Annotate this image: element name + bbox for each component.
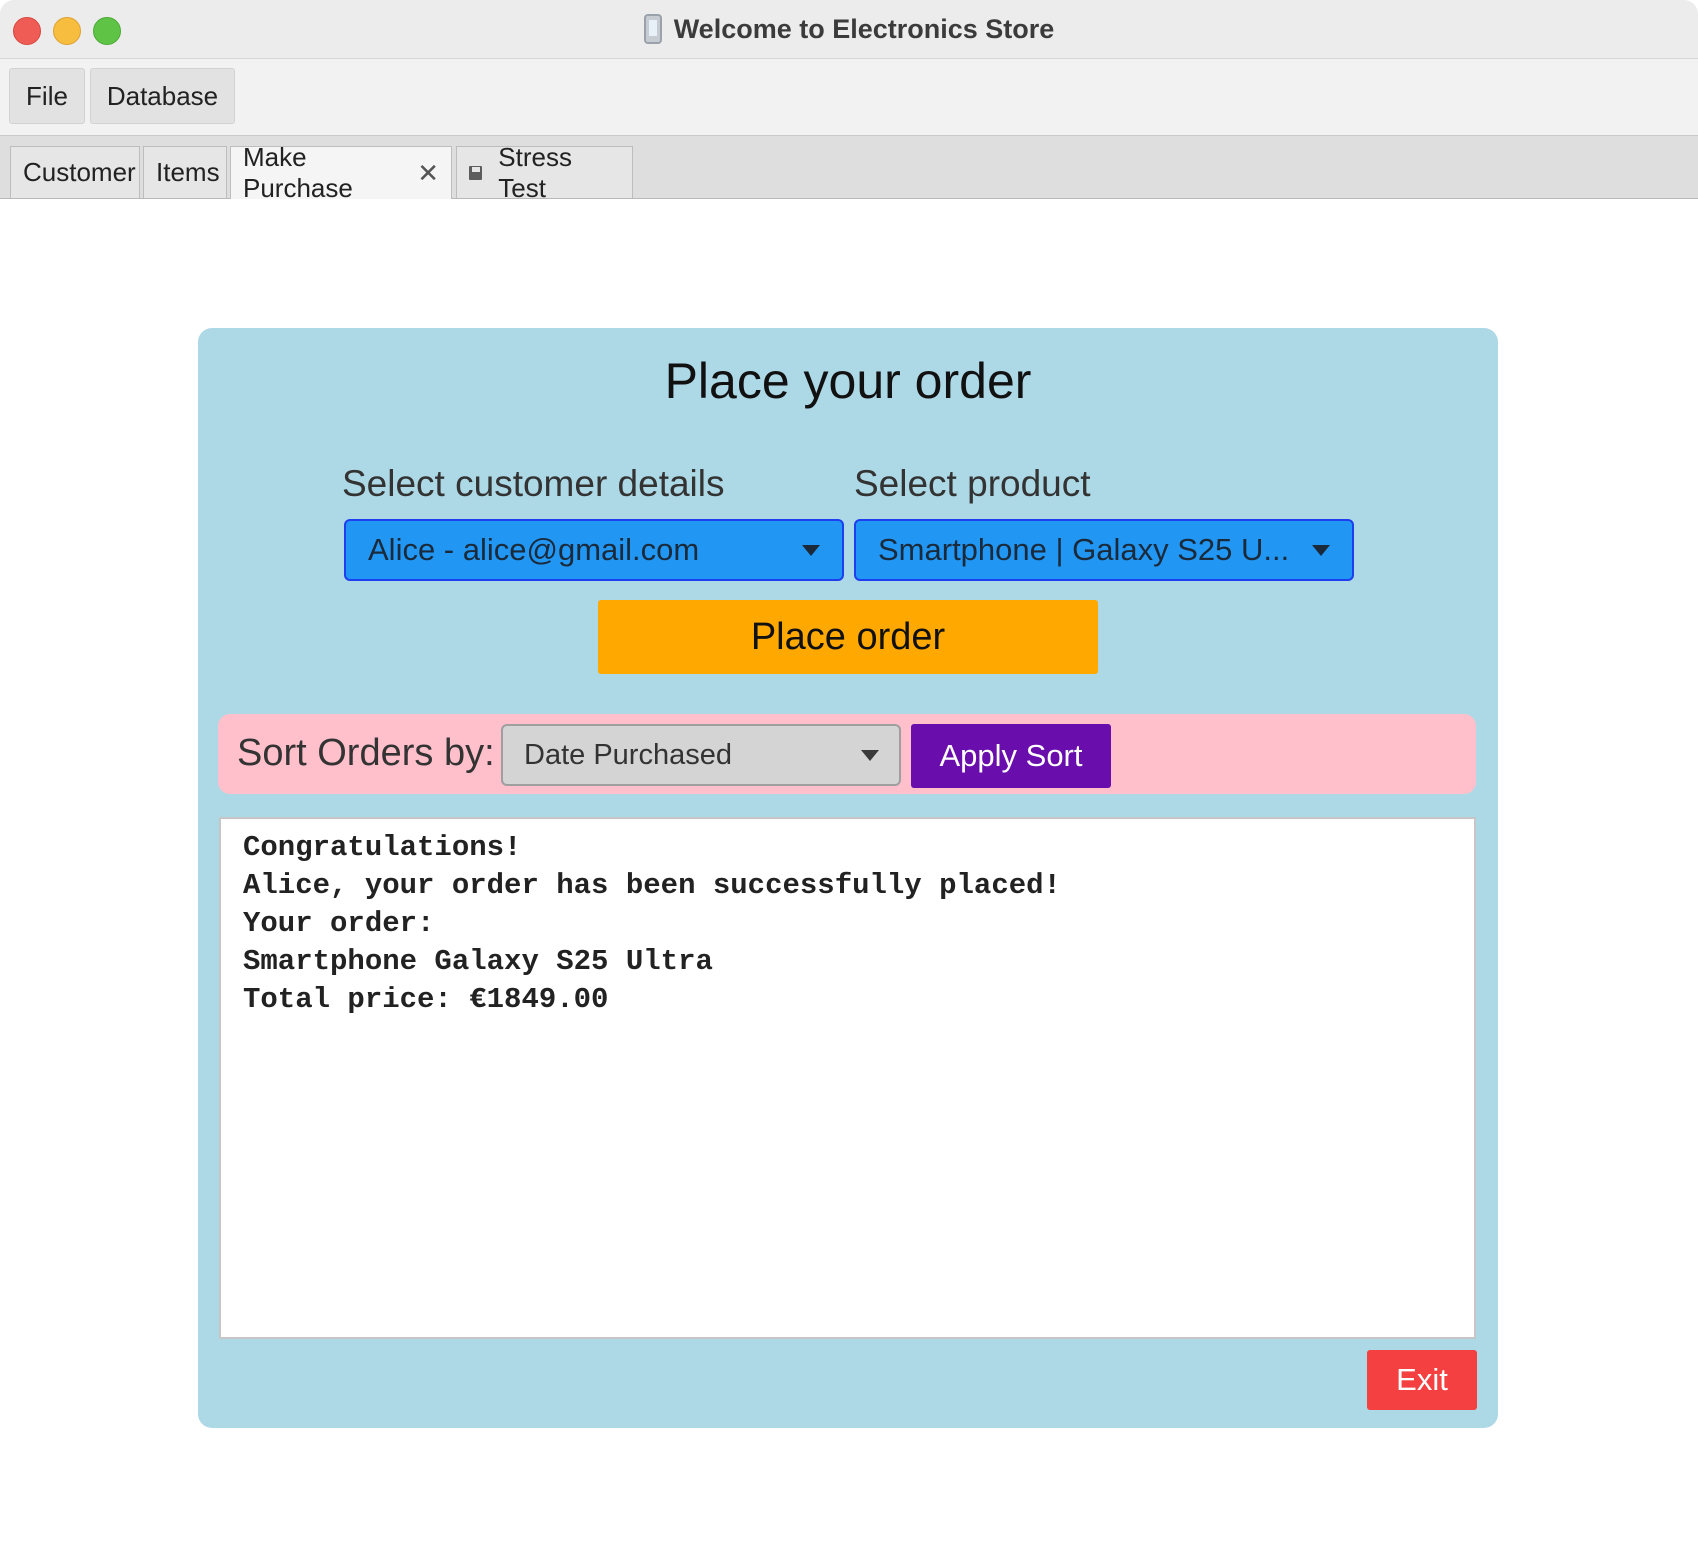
file-menu[interactable]: File — [9, 68, 85, 124]
title-bar: Welcome to Electronics Store — [0, 0, 1698, 59]
customer-select[interactable]: Alice - alice@gmail.com — [344, 519, 844, 581]
tab-label: Items — [156, 157, 220, 187]
output-line: Smartphone Galaxy S25 Ultra — [243, 945, 713, 978]
tab-items[interactable]: Items — [143, 146, 227, 198]
database-menu[interactable]: Database — [90, 68, 235, 124]
sort-bar: Sort Orders by: Date Purchased Apply Sor… — [218, 714, 1476, 794]
sort-label: Sort Orders by: — [237, 732, 495, 774]
customer-label: Select customer details — [342, 463, 725, 504]
product-label: Select product — [854, 463, 1091, 504]
tab-label: Customer — [23, 157, 136, 187]
sort-select[interactable]: Date Purchased — [501, 724, 901, 786]
window-title-text: Welcome to Electronics Store — [673, 13, 1055, 44]
sort-select-value: Date Purchased — [524, 738, 732, 771]
tab-bar: Customer Items Make Purchase ✕ Stress Te… — [0, 136, 1698, 203]
app-window: Welcome to Electronics Store File Databa… — [0, 0, 1698, 1556]
product-select[interactable]: Smartphone | Galaxy S25 U... — [854, 519, 1354, 581]
page-title: Place your order — [664, 353, 1032, 409]
tab-label: Stress Test — [498, 141, 572, 203]
output-line: Total price: €1849.00 — [243, 983, 609, 1016]
smartphone-icon — [643, 14, 662, 44]
output-line: Your order: — [243, 907, 435, 940]
chevron-down-icon — [1312, 545, 1330, 556]
order-panel: Place your order Select customer details… — [198, 328, 1498, 1428]
place-order-button[interactable]: Place order — [598, 600, 1098, 674]
tab-customer[interactable]: Customer — [10, 146, 140, 198]
tab-stress-test[interactable]: Stress Test — [456, 142, 633, 203]
customer-select-value: Alice - alice@gmail.com — [368, 532, 700, 567]
floppy-disk-icon — [469, 165, 483, 180]
output-line: Congratulations! — [243, 831, 522, 864]
chevron-down-icon — [802, 545, 820, 556]
menu-bar: File Database — [0, 59, 1698, 136]
exit-button[interactable]: Exit — [1367, 1350, 1477, 1410]
product-select-value: Smartphone | Galaxy S25 U... — [878, 532, 1290, 567]
close-icon[interactable]: ✕ — [417, 158, 439, 189]
output-line: Alice, your order has been successfully … — [243, 869, 1061, 902]
apply-sort-button[interactable]: Apply Sort — [911, 724, 1111, 788]
order-output-textarea[interactable]: Congratulations! Alice, your order has b… — [219, 817, 1476, 1339]
window-title: Welcome to Electronics Store — [0, 0, 1698, 58]
tab-make-purchase[interactable]: Make Purchase ✕ — [230, 142, 452, 203]
chevron-down-icon — [861, 750, 879, 761]
tab-label: Make Purchase — [243, 142, 353, 203]
